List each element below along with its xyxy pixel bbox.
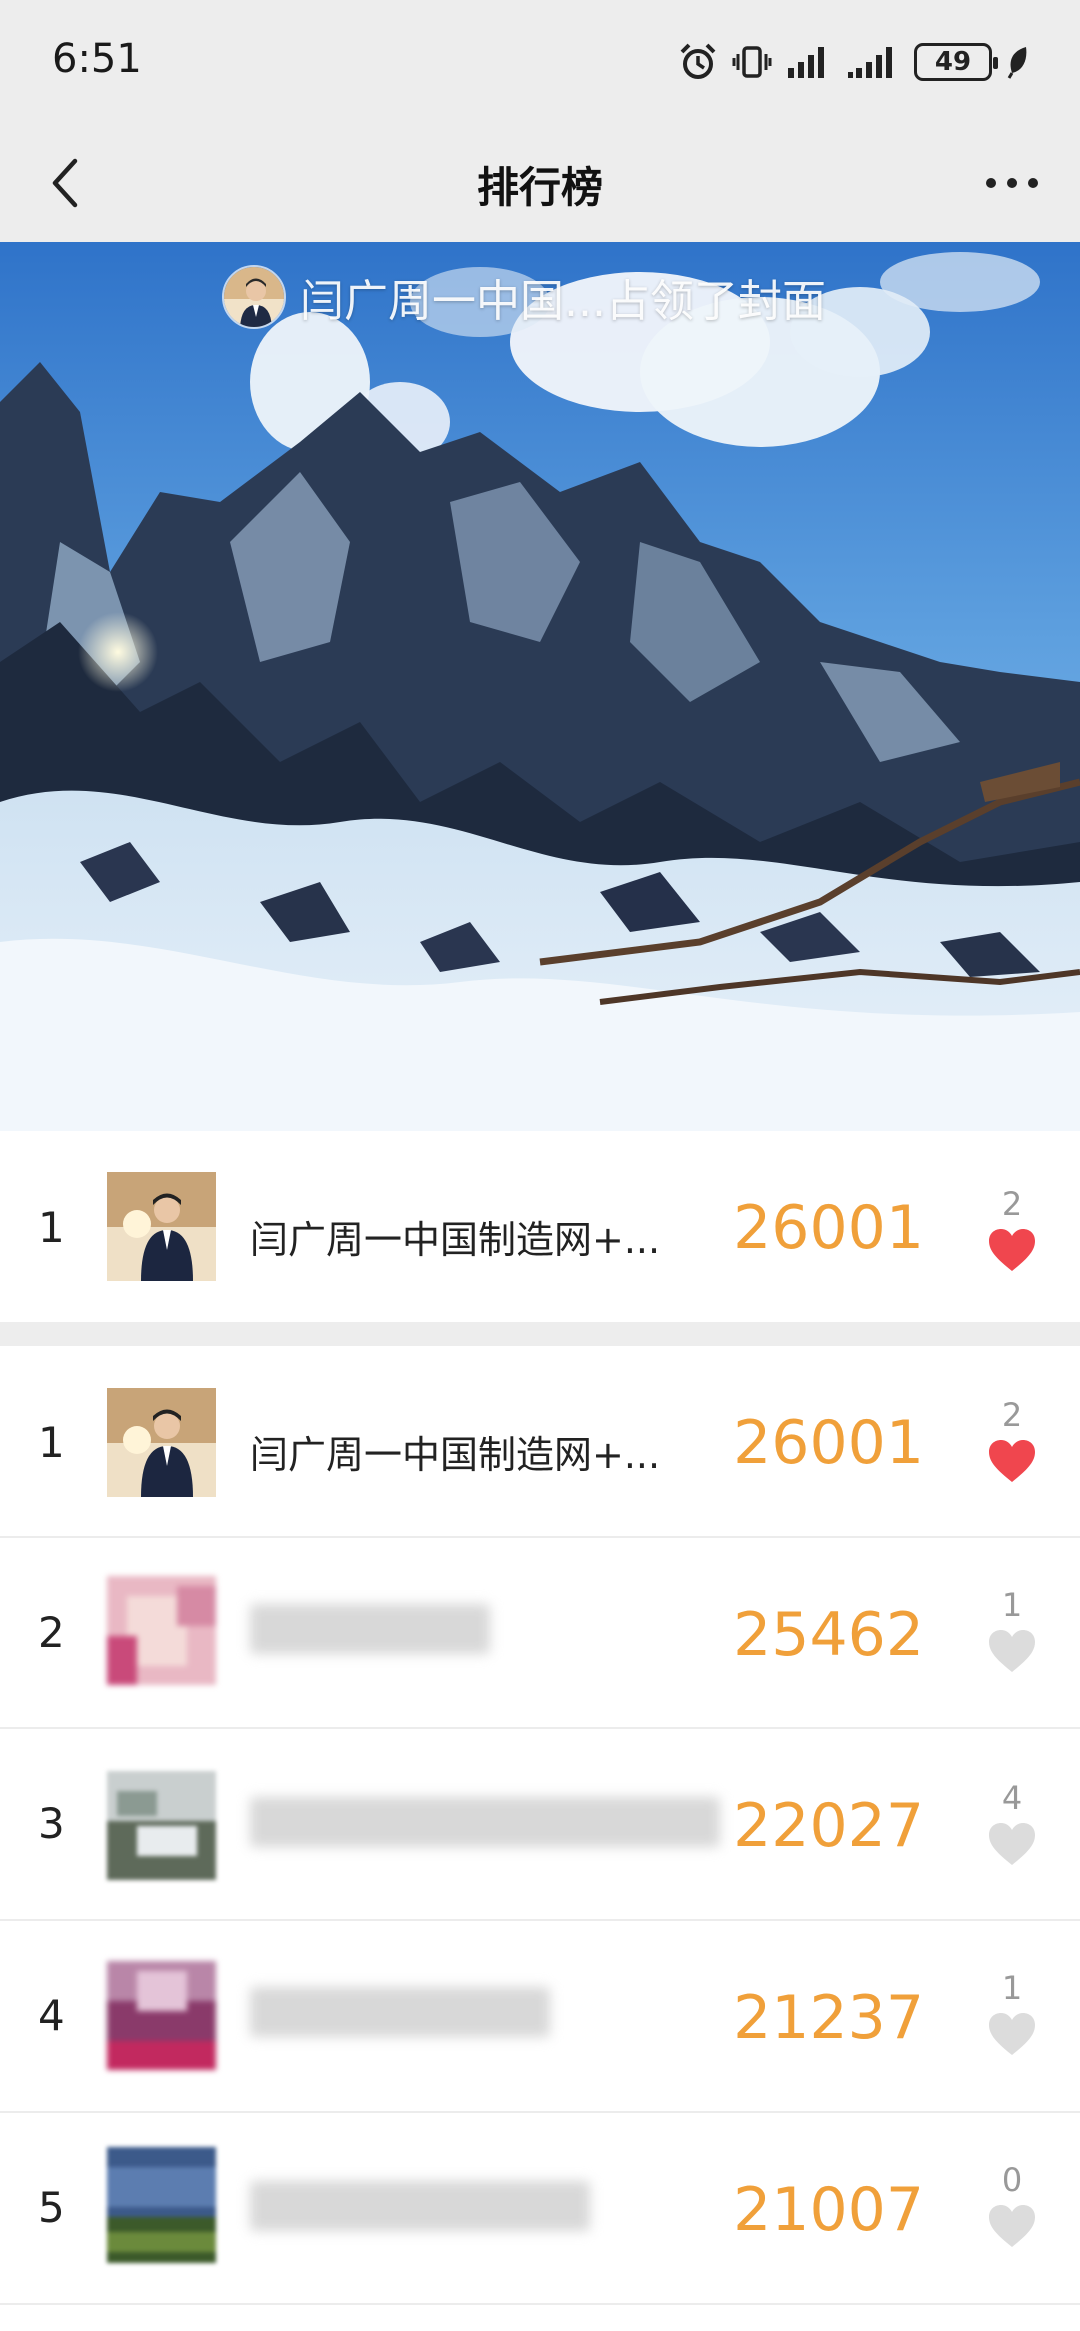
mountain-scene-image [0, 242, 1080, 1131]
score: 21237 [733, 1983, 924, 2053]
nav-bar: 排行榜 [0, 124, 1080, 242]
player-name-blurred [250, 1797, 720, 1847]
status-time: 6:51 [52, 36, 142, 82]
signal-icon-1 [786, 44, 832, 80]
score: 25462 [733, 1600, 924, 1670]
player-name-blurred [250, 1604, 490, 1654]
rank-number: 3 [38, 1799, 65, 1848]
section-separator [0, 1322, 1080, 1346]
like-count: 0 [1001, 2161, 1023, 2199]
my-rank-row[interactable]: 1 闫广周一中国制造网+... 26001 2 [0, 1131, 1080, 1322]
status-icons: 49 [678, 38, 1030, 86]
score: 26001 [733, 1408, 924, 1478]
status-bar: 6:51 49 [0, 0, 1080, 124]
player-name: 闫广周一中国制造网+... [250, 1218, 661, 1262]
heart-outline-icon[interactable] [987, 1628, 1037, 1674]
signal-icon-2 [846, 44, 900, 80]
avatar[interactable] [107, 1172, 216, 1281]
rank-number: 4 [38, 1991, 65, 2040]
rank-number: 1 [38, 1418, 65, 1467]
player-name-blurred [250, 2181, 590, 2231]
cover-caption: 闫广周一中国...占领了封面 [222, 262, 826, 332]
heart-outline-icon[interactable] [987, 1821, 1037, 1867]
score: 21007 [733, 2175, 924, 2245]
table-row[interactable]: 4 21237 1 [0, 1921, 1080, 2112]
row-divider [0, 2303, 1080, 2305]
table-row[interactable]: 2 25462 1 [0, 1538, 1080, 1728]
alarm-icon [678, 42, 718, 82]
heart-filled-icon[interactable] [987, 1227, 1037, 1273]
heart-outline-icon[interactable] [987, 2203, 1037, 2249]
like-control[interactable]: 1 [982, 1586, 1042, 1674]
avatar[interactable] [107, 1388, 216, 1497]
player-name-blurred [250, 1987, 550, 2037]
cover-caption-avatar [222, 265, 286, 329]
avatar[interactable] [107, 2147, 216, 2263]
back-button[interactable] [30, 148, 100, 218]
like-count: 2 [1001, 1396, 1023, 1434]
avatar[interactable] [107, 1771, 216, 1880]
score: 26001 [733, 1193, 924, 1263]
cover-caption-text: 闫广周一中国...占领了封面 [300, 276, 826, 327]
like-count: 1 [1001, 1586, 1023, 1624]
chevron-left-icon [52, 158, 78, 208]
rank-number: 1 [38, 1203, 65, 1252]
like-control[interactable]: 0 [982, 2161, 1042, 2249]
like-control[interactable]: 1 [982, 1969, 1042, 2057]
heart-filled-icon[interactable] [987, 1438, 1037, 1484]
score: 22027 [733, 1791, 924, 1861]
heart-outline-icon[interactable] [987, 2011, 1037, 2057]
like-count: 2 [1001, 1185, 1023, 1223]
battery-indicator: 49 [914, 43, 998, 81]
table-row[interactable]: 5 21007 0 [0, 2113, 1080, 2304]
table-row[interactable]: 1 闫广周一中国制造网+... 26001 2 [0, 1346, 1080, 1537]
player-name: 闫广周一中国制造网+... [250, 1433, 661, 1477]
rank-number: 2 [38, 1608, 65, 1657]
avatar[interactable] [107, 1961, 216, 2070]
vibrate-icon [732, 42, 772, 82]
page-title: 排行榜 [476, 163, 603, 212]
more-dots-icon [986, 178, 1038, 188]
like-control[interactable]: 4 [982, 1779, 1042, 1867]
avatar[interactable] [107, 1576, 216, 1685]
like-count: 1 [1001, 1969, 1023, 2007]
cover-image: 闫广周一中国...占领了封面 [0, 242, 1080, 1131]
like-control[interactable]: 2 [982, 1396, 1042, 1484]
like-control[interactable]: 2 [982, 1185, 1042, 1273]
leaf-icon [1006, 45, 1030, 79]
like-count: 4 [1001, 1779, 1023, 1817]
table-row[interactable]: 3 22027 4 [0, 1729, 1080, 1920]
rank-number: 5 [38, 2183, 65, 2232]
more-options-button[interactable] [972, 150, 1052, 216]
